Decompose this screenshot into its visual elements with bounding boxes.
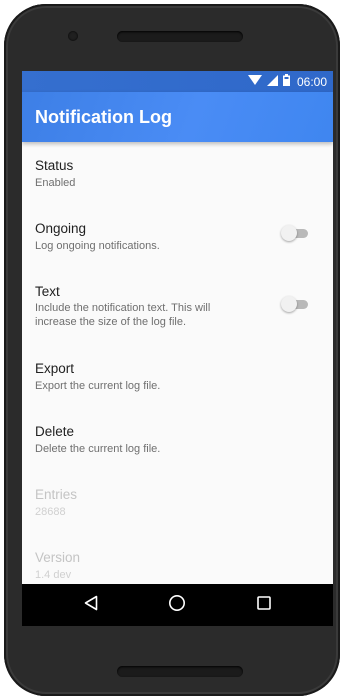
setting-title: Status <box>35 158 74 173</box>
setting-summary: Export the current log file. <box>35 380 161 392</box>
ongoing-toggle[interactable] <box>281 225 309 241</box>
setting-title: Version <box>35 550 81 565</box>
setting-summary: 28688 <box>35 506 66 518</box>
setting-ongoing[interactable]: Ongoing Log ongoing notifications. <box>22 205 333 265</box>
setting-text[interactable]: Text Include the notification text. This… <box>22 268 333 338</box>
setting-title: Ongoing <box>35 221 87 236</box>
clock: 06:00 <box>296 74 327 89</box>
battery-icon <box>282 74 290 89</box>
setting-title: Delete <box>35 424 75 439</box>
setting-title: Entries <box>35 487 78 502</box>
setting-export[interactable]: Export Export the current log file. <box>22 345 333 405</box>
screen: 06:00 Notification Log Status Enabled On… <box>22 71 333 626</box>
front-camera <box>68 31 78 41</box>
cell-signal-icon <box>266 74 278 89</box>
setting-summary: 1.4 dev <box>35 569 72 581</box>
app-toolbar: Notification Log <box>22 92 333 142</box>
back-icon <box>84 595 98 616</box>
setting-title: Export <box>35 361 75 376</box>
recents-icon <box>257 595 271 615</box>
setting-summary: Delete the current log file. <box>35 443 161 455</box>
navigation-bar <box>22 584 333 626</box>
toggle-thumb <box>281 296 297 312</box>
app-title: Notification Log <box>35 107 172 127</box>
status-bar: 06:00 <box>22 71 333 92</box>
text-toggle[interactable] <box>281 296 309 312</box>
setting-delete[interactable]: Delete Delete the current log file. <box>22 408 333 468</box>
recents-button[interactable] <box>244 584 284 626</box>
bottom-speaker-grille <box>117 666 243 677</box>
toggle-thumb <box>281 225 297 241</box>
setting-version: Version 1.4 dev <box>22 534 333 584</box>
setting-summary: Log ongoing notifications. <box>35 240 160 252</box>
back-button[interactable] <box>71 584 111 626</box>
setting-summary: Include the notification text. This will… <box>35 302 211 328</box>
setting-title: Text <box>35 284 60 299</box>
top-speaker-grille <box>117 31 243 42</box>
setting-status[interactable]: Status Enabled <box>22 142 333 202</box>
setting-summary: Enabled <box>35 177 76 189</box>
setting-entries: Entries 28688 <box>22 471 333 531</box>
wifi-icon <box>247 74 262 89</box>
settings-list: Status Enabled Ongoing Log ongoing notif… <box>22 142 333 584</box>
home-button[interactable] <box>157 584 197 626</box>
home-icon <box>168 594 186 617</box>
